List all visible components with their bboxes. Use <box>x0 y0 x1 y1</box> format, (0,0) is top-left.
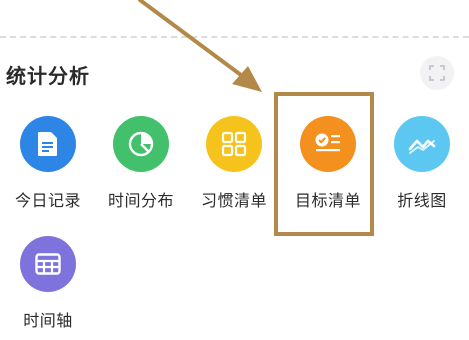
tile-timeline[interactable]: 时间轴 <box>2 236 94 336</box>
tile-time-distribution[interactable]: 时间分布 <box>95 116 187 216</box>
tile-label: 时间轴 <box>23 311 73 330</box>
tile-label: 时间分布 <box>107 191 174 210</box>
document-icon <box>38 132 57 156</box>
section-title: 统计分析 <box>6 64 90 88</box>
today-record-circle <box>20 116 76 172</box>
timeline-circle <box>20 236 76 292</box>
expand-icon <box>429 65 445 81</box>
expand-button[interactable] <box>420 56 454 90</box>
tile-label: 折线图 <box>397 191 447 210</box>
line-chart-icon <box>408 139 436 154</box>
time-distribution-circle <box>113 116 169 172</box>
table-icon <box>35 253 61 275</box>
habit-list-circle <box>206 116 262 172</box>
tile-line-chart[interactable]: 折线图 <box>376 116 468 216</box>
tile-label: 今日记录 <box>14 191 81 210</box>
pie-chart-icon <box>128 131 154 157</box>
grid-icon <box>221 131 247 157</box>
highlight-box <box>274 92 374 236</box>
tile-label: 习惯清单 <box>200 191 267 210</box>
tile-today-record[interactable]: 今日记录 <box>2 116 94 216</box>
tile-habit-list[interactable]: 习惯清单 <box>188 116 280 216</box>
line-chart-circle <box>394 116 450 172</box>
